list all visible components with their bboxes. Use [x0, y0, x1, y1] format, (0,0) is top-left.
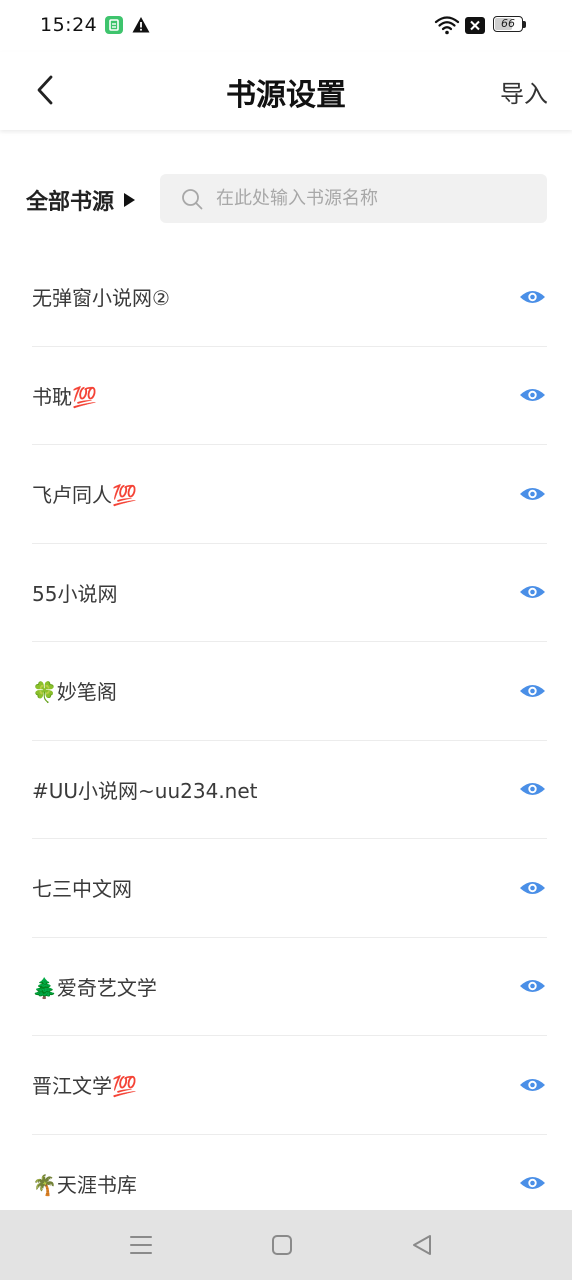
- eye-icon[interactable]: [519, 288, 546, 306]
- list-item[interactable]: 晋江文学💯: [32, 1036, 547, 1135]
- list-item[interactable]: 七三中文网: [32, 839, 547, 938]
- search-icon: [182, 189, 203, 210]
- list-item[interactable]: 飞卢同人💯: [32, 445, 547, 544]
- source-name: 书耽💯: [32, 384, 97, 409]
- eye-icon[interactable]: [519, 1174, 546, 1192]
- app-header: 书源设置 导入: [0, 52, 572, 130]
- all-sources-filter[interactable]: 全部书源: [26, 184, 136, 216]
- eye-icon[interactable]: [519, 485, 546, 503]
- eye-icon[interactable]: [519, 386, 546, 404]
- battery-indicator: 66: [493, 16, 527, 34]
- source-list: 无弹窗小说网② 书耽💯 飞卢同人💯 55小说网 🍀妙笔阁 #UU小说网~uu23…: [32, 248, 547, 1233]
- page-title: 书源设置: [226, 78, 346, 113]
- back-triangle-icon[interactable]: [411, 1233, 433, 1257]
- all-sources-label: 全部书源: [26, 190, 115, 215]
- system-nav-bar: [0, 1210, 572, 1280]
- search-input[interactable]: [216, 174, 536, 223]
- status-time: 15:24: [40, 14, 98, 36]
- source-name: 55小说网: [32, 581, 118, 606]
- source-name: 🍀妙笔阁: [32, 680, 117, 705]
- source-name: 🌲爱奇艺文学: [32, 975, 157, 1000]
- eye-icon[interactable]: [519, 583, 546, 601]
- list-item[interactable]: 无弹窗小说网②: [32, 248, 547, 347]
- eye-icon[interactable]: [519, 1076, 546, 1094]
- eye-icon[interactable]: [519, 977, 546, 995]
- wifi-icon: [434, 16, 460, 35]
- status-bar: 15:24 66: [0, 0, 572, 52]
- list-item[interactable]: 书耽💯: [32, 347, 547, 445]
- list-item[interactable]: 55小说网: [32, 544, 547, 642]
- warning-icon: [132, 17, 150, 33]
- triangle-right-icon: [124, 193, 136, 207]
- eye-icon[interactable]: [519, 780, 546, 798]
- app-notification-icon: [105, 16, 123, 34]
- eye-icon[interactable]: [519, 879, 546, 897]
- menu-icon[interactable]: [128, 1233, 154, 1257]
- filter-row: 全部书源: [0, 174, 572, 224]
- source-name: 🌴天涯书库: [32, 1172, 137, 1197]
- no-sim-icon: [465, 17, 485, 34]
- import-button[interactable]: 导入: [500, 74, 548, 109]
- chevron-left-icon[interactable]: [28, 72, 64, 108]
- list-item[interactable]: 🍀妙笔阁: [32, 642, 547, 741]
- source-name: 七三中文网: [32, 877, 132, 902]
- list-item[interactable]: #UU小说网~uu234.net: [32, 741, 547, 839]
- source-name: #UU小说网~uu234.net: [32, 778, 258, 803]
- source-name: 晋江文学💯: [32, 1074, 137, 1099]
- home-square-icon[interactable]: [271, 1234, 293, 1256]
- list-item[interactable]: 🌲爱奇艺文学: [32, 938, 547, 1036]
- source-name: 飞卢同人💯: [32, 483, 137, 508]
- search-box[interactable]: [160, 174, 547, 223]
- source-name: 无弹窗小说网②: [32, 286, 170, 311]
- eye-icon[interactable]: [519, 682, 546, 700]
- battery-level-text: 66: [501, 17, 515, 30]
